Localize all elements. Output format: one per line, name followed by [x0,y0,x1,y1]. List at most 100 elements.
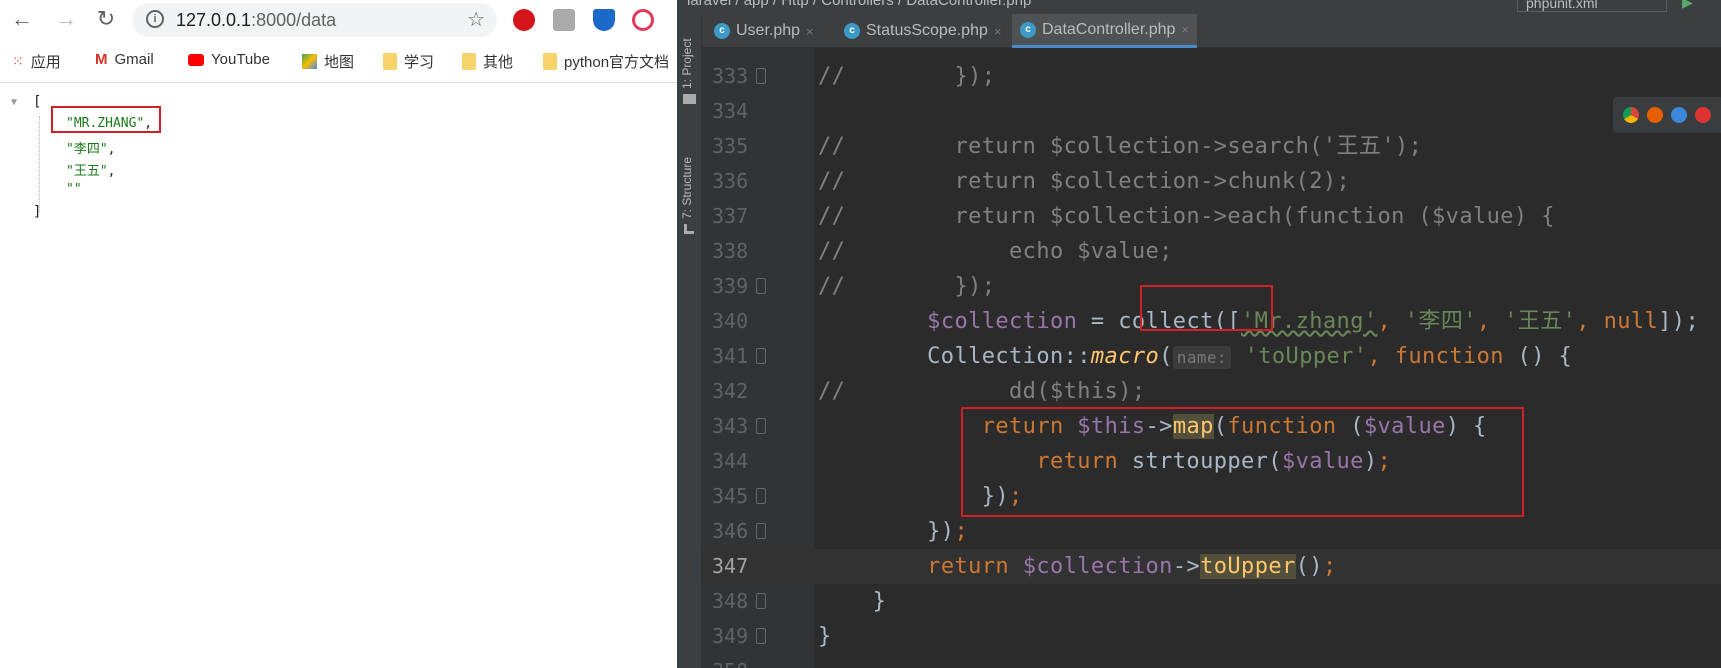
code-line[interactable]: 333// }); [702,59,1721,94]
code-token: () [1295,554,1323,579]
json-open-bracket: [ [33,94,42,110]
structure-icon [684,224,694,234]
back-button[interactable]: ← [8,6,36,32]
fold-marker-icon[interactable] [756,348,766,364]
bookmark-maps[interactable]: 地图 [302,51,354,72]
code-text: Collection::macro(name: 'toUpper', funct… [818,339,1572,375]
code-token: ( [1159,344,1173,369]
bookmark-label: YouTube [211,51,270,68]
run-icon[interactable]: ▶ [1682,0,1693,11]
url-host: 127.0.0.1 [176,10,252,30]
php-class-icon: c [714,23,730,39]
bookmark-label: 其他 [483,54,514,71]
youtube-icon [188,53,204,66]
structure-tool-tab[interactable]: 7: Structure [680,157,694,219]
safari-icon[interactable] [1671,107,1687,123]
code-line[interactable]: 336 // return $collection->chunk(2); [702,164,1721,199]
line-number: 336 [712,169,749,193]
firefox-icon[interactable] [1647,107,1663,123]
fold-marker-icon[interactable] [756,593,766,609]
code-line[interactable]: 337 // return $collection->each(function … [702,199,1721,234]
code-line[interactable]: 342 // dd($this); [702,374,1721,409]
line-number: 347 [712,554,749,578]
url-text[interactable]: 127.0.0.1:8000/data [176,10,336,31]
line-number: 344 [712,449,749,473]
address-bar[interactable]: i 127.0.0.1:8000/data ☆ [132,3,497,37]
bookmark-apps[interactable]: ⁙ 应用 [12,51,61,72]
line-number: 338 [712,239,749,263]
info-icon[interactable]: i [146,10,164,28]
bookmark-gmail[interactable]: M Gmail [95,51,154,68]
line-number: 350 [712,654,772,668]
code-text: // echo $value; [818,234,1173,269]
code-token: ; [954,519,969,544]
bookmark-folder-study[interactable]: 学习 [383,51,434,72]
toolbar-divider [0,82,677,83]
close-tab-icon[interactable]: × [994,24,1002,39]
json-value: "" [66,182,82,197]
close-tab-icon[interactable]: × [806,24,814,39]
code-token: , [1576,309,1604,334]
code-line[interactable]: 338 // echo $value; [702,234,1721,269]
bookmarks-bar: ⁙ 应用 M Gmail YouTube 地图 学习 其他 python官方文档 [0,44,677,80]
bookmark-star-icon[interactable]: ☆ [467,7,485,32]
code-text: } [818,619,832,654]
fold-marker-icon[interactable] [756,278,766,294]
run-config-select[interactable]: phpunit.xml [1517,0,1667,12]
code-token: dd($this); [845,379,1146,404]
media-extension-icon[interactable] [632,9,654,31]
maps-icon [302,54,317,69]
collapse-triangle-icon[interactable]: ▼ [11,97,17,108]
code-token: // return $collection->chunk(2); [818,169,1351,194]
code-token: 'toUpper' [1244,344,1368,369]
project-tool-tab[interactable]: 1: Project [680,38,694,89]
opera-icon[interactable] [1695,107,1711,123]
json-value: "王五" [66,164,108,179]
code-token: name: [1172,346,1231,369]
code-line[interactable]: 348 } [702,584,1721,619]
extension-alert-icon[interactable] [553,9,575,31]
tab-datacontroller-php[interactable]: c DataController.php × [1012,14,1198,48]
code-token: // return $collection->each(function ($v… [818,204,1555,229]
code-text: // return $collection->each(function ($v… [818,199,1555,234]
bookmark-folder-python[interactable]: python官方文档 [543,51,669,72]
code-token: ]); [1658,309,1700,334]
tab-label: StatusScope.php [866,22,988,39]
code-token: toUpper [1200,554,1296,579]
line-number: 342 [712,379,749,403]
code-token: , [1377,309,1405,334]
code-token: }) [818,519,955,544]
code-token: $collection [1022,554,1173,579]
code-line[interactable]: 347 return $collection->toUpper(); [702,549,1721,584]
code-text: }); [818,514,968,549]
code-line[interactable]: 346 }); [702,514,1721,549]
code-line[interactable]: 335 // return $collection->search('王五'); [702,129,1721,164]
code-line[interactable]: 349} [702,619,1721,654]
code-line[interactable]: 341 Collection::macro(name: 'toUpper', f… [702,339,1721,374]
tab-user-php[interactable]: c User.php × [706,14,822,48]
folder-icon [683,94,696,104]
close-tab-icon[interactable]: × [1181,22,1189,37]
browser-window: ← → ↻ i 127.0.0.1:8000/data ☆ ⁙ 应用 M Gmail… [0,0,677,668]
fold-marker-icon[interactable] [756,628,766,644]
chrome-icon[interactable] [1623,107,1639,123]
tab-label: DataController.php [1042,20,1176,38]
bookmark-youtube[interactable]: YouTube [188,51,270,68]
fold-marker-icon[interactable] [756,68,766,84]
diamond-extension-icon[interactable] [593,9,615,31]
bookmark-folder-other[interactable]: 其他 [462,51,513,72]
tab-label: User.php [736,22,801,39]
code-line[interactable]: 334 [702,94,1721,129]
code-editor[interactable]: 333// }); 334 335 // return $collection->se… [702,48,1721,668]
line-number: 335 [712,134,749,158]
highlight-box-output [51,106,161,133]
reload-button[interactable]: ↻ [92,6,120,32]
tab-statusscope-php[interactable]: c StatusScope.php × [836,14,1009,48]
code-line[interactable]: 350 [702,654,1721,668]
fold-marker-icon[interactable] [756,523,766,539]
code-token: '王五' [1504,309,1577,334]
fold-marker-icon[interactable] [756,418,766,434]
fold-marker-icon[interactable] [756,488,766,504]
forward-button[interactable]: → [52,6,80,32]
adblock-extension-icon[interactable] [513,9,535,31]
